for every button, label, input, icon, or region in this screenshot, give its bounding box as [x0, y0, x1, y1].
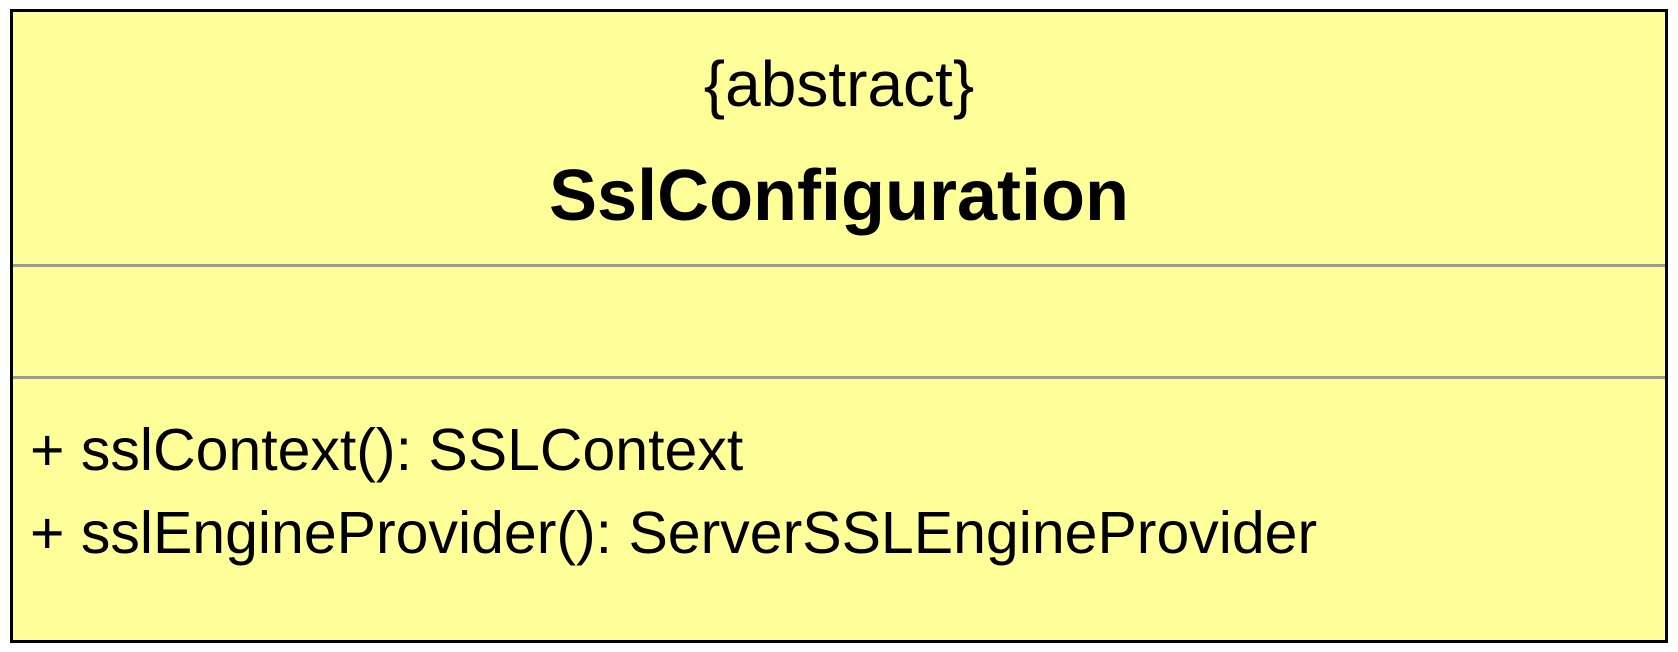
class-name: SslConfiguration: [549, 156, 1129, 236]
uml-class-box: {abstract} SslConfiguration + sslContext…: [10, 9, 1668, 643]
operation-ssl-context: + sslContext(): SSLContext: [30, 417, 744, 483]
class-header-compartment: {abstract} SslConfiguration: [13, 12, 1665, 264]
operations-compartment: + sslContext(): SSLContext + sslEnginePr…: [13, 379, 1665, 640]
operation-ssl-engine-provider: + sslEngineProvider(): ServerSSLEnginePr…: [30, 500, 1318, 566]
attributes-compartment: [13, 267, 1665, 376]
class-stereotype: {abstract}: [703, 48, 975, 120]
